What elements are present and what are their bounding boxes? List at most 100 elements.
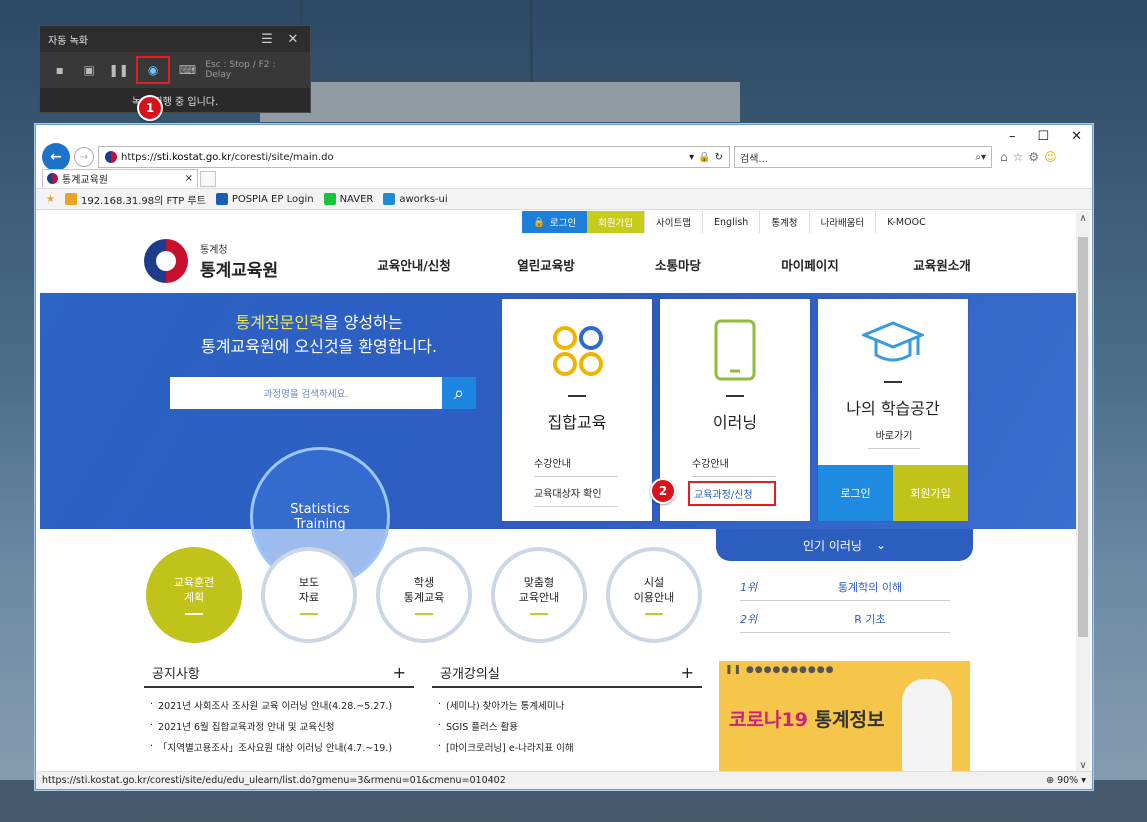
dropdown-icon[interactable]: ▾ — [689, 152, 694, 163]
card-login-button[interactable]: 로그인 — [818, 465, 893, 521]
covid-banner[interactable]: ❚❚ ●●●●●●●●●● 코로나19 통계정보 — [719, 661, 970, 773]
plus-icon[interactable]: + — [393, 663, 406, 682]
notice-item[interactable]: 2021년 6월 집합교육과정 안내 및 교육신청 — [144, 715, 414, 736]
scroll-up-icon[interactable]: ∧ — [1076, 213, 1090, 224]
hero-title: 통계전문인력을 양성하는 통계교육원에 오신것을 환영합니다. — [174, 311, 464, 359]
notice-item[interactable]: 「지역별고용조사」조사요원 대상 이러닝 안내(4.7.~19.) — [144, 736, 414, 757]
popular-rank-2[interactable]: 2위 R 기초 — [740, 611, 950, 633]
quick-link-press[interactable]: 보도 자료 — [261, 547, 357, 643]
popular-rank-1[interactable]: 1위 통계학의 이해 — [740, 579, 950, 601]
quick-link-bar — [645, 613, 663, 615]
lock-icon: 🔒 — [533, 216, 545, 228]
search-box[interactable]: 검색... ⌕▾ — [734, 146, 992, 168]
close-window-icon[interactable]: ✕ — [1071, 129, 1082, 144]
slider-dots-icon[interactable]: ❚❚ ●●●●●●●●●● — [725, 665, 834, 675]
quick-link-training-plan[interactable]: 교육훈련 계획 — [146, 547, 242, 643]
refresh-icon[interactable]: ↻ — [715, 152, 723, 163]
elearning-guide-link[interactable]: 수강안내 — [692, 455, 776, 477]
favorites-bar: ★ 192.168.31.98의 FTP 루트 POSPIA EP Login … — [36, 188, 1092, 210]
step-badge-2: 2 — [650, 478, 676, 504]
url-field[interactable]: https://sti.kostat.go.kr/coresti/site/ma… — [98, 146, 730, 168]
tab-sti[interactable]: 통계교육원 × — [42, 169, 198, 187]
util-join-link[interactable]: 회원가입 — [587, 211, 645, 233]
quick-link-custom[interactable]: 맞춤형 교육안내 — [491, 547, 587, 643]
keyboard-icon[interactable]: ⌨ — [176, 58, 199, 82]
nav-about[interactable]: 교육원소개 — [876, 255, 1008, 274]
ie-page-icon — [64, 193, 77, 205]
site-logo[interactable]: 통계청 통계교육원 — [144, 239, 278, 283]
favorite-label: NAVER — [339, 193, 374, 205]
smiley-icon[interactable]: ☺ — [1044, 150, 1057, 164]
scroll-thumb[interactable] — [1078, 237, 1088, 637]
notice-title: 공지사항 — [152, 667, 200, 682]
favorite-naver[interactable]: NAVER — [323, 193, 374, 205]
pause-icon[interactable]: ❚❚ — [107, 58, 130, 82]
course-search-button[interactable]: ⌕ — [442, 377, 476, 409]
gear-icon[interactable]: ⚙ — [1028, 150, 1039, 164]
mouse-icon[interactable]: ◉ — [136, 56, 170, 84]
close-icon[interactable]: ✕ — [284, 32, 302, 47]
utility-menu: 🔒 로그인 회원가입 사이트맵 English 통계청 나라배움터 K-MOOC — [522, 211, 937, 233]
menu-icon[interactable]: ☰ — [258, 32, 276, 47]
favorite-pospia[interactable]: POSPIA EP Login — [215, 193, 314, 205]
nav-community[interactable]: 소통마당 — [612, 255, 744, 274]
favorites-star-icon[interactable]: ★ — [46, 194, 55, 205]
tab-favicon-icon — [47, 173, 58, 184]
lecture-board: 공개강의실 + (세미나) 찾아가는 통계세미나 SGIS 플러스 활용 [마이크… — [432, 663, 702, 757]
notice-item[interactable]: 2021년 사회조사 조사원 교육 이러닝 안내(4.28.~5.27.) — [144, 694, 414, 715]
browser-window: – ☐ ✕ ← → https://sti.kostat.go.kr/cores… — [35, 124, 1093, 790]
maximize-icon[interactable]: ☐ — [1037, 129, 1049, 144]
nav-open-room[interactable]: 열린교육방 — [480, 255, 612, 274]
lecture-item[interactable]: (세미나) 찾아가는 통계세미나 — [432, 694, 702, 715]
quick-link-facility[interactable]: 시설 이용안내 — [606, 547, 702, 643]
util-sitemap-link[interactable]: 사이트맵 — [644, 211, 703, 233]
util-english-link[interactable]: English — [702, 211, 760, 233]
classroom-eligibility-link[interactable]: 교육대상자 확인 — [534, 485, 618, 507]
plus-icon[interactable]: + — [681, 663, 694, 682]
quick-link-bar — [300, 613, 318, 615]
tablet-icon — [714, 319, 756, 381]
tab-close-icon[interactable]: × — [185, 173, 193, 184]
favorite-aworks[interactable]: aworks-ui — [383, 193, 448, 205]
lecture-item[interactable]: [마이크로러닝] e-나라지표 이해 — [432, 736, 702, 757]
main-nav: 교육안내/신청 열린교육방 소통마당 마이페이지 교육원소개 — [348, 255, 1008, 274]
tab-title: 통계교육원 — [62, 175, 108, 186]
mylearning-go-link[interactable]: 바로가기 — [868, 427, 920, 449]
popular-elearning-toggle[interactable]: 인기 이러닝 ⌄ — [716, 529, 973, 561]
search-icon[interactable]: ⌕▾ — [975, 152, 986, 163]
util-kmooc-link[interactable]: K-MOOC — [875, 211, 937, 233]
divider — [884, 381, 902, 383]
forward-button[interactable]: → — [74, 147, 94, 167]
quick-link-line1: 학생 — [413, 576, 435, 589]
lecture-item[interactable]: SGIS 플러스 활용 — [432, 715, 702, 736]
vertical-scrollbar[interactable]: ∧ ∨ — [1076, 211, 1090, 773]
util-narabaeum-link[interactable]: 나라배움터 — [808, 211, 876, 233]
util-kostat-link[interactable]: 통계청 — [759, 211, 809, 233]
elearning-course-link[interactable]: 교육과정/신청 — [688, 481, 776, 506]
globe-line2: Training — [294, 517, 346, 532]
url-host: sti.kostat.go.kr — [156, 151, 232, 163]
quick-link-student[interactable]: 학생 통계교육 — [376, 547, 472, 643]
quick-link-line2: 계획 — [183, 591, 205, 604]
save-icon[interactable]: ▪ — [48, 58, 71, 82]
zoom-control[interactable]: ⊕ 90% ▾ — [1046, 775, 1086, 786]
window-capture-icon[interactable]: ▣ — [77, 58, 100, 82]
site-favicon-icon — [105, 151, 117, 163]
home-icon[interactable]: ⌂ — [1000, 150, 1008, 164]
back-button[interactable]: ← — [42, 143, 70, 171]
status-bar: https://sti.kostat.go.kr/coresti/site/ed… — [36, 771, 1092, 789]
favorite-ftp[interactable]: 192.168.31.98의 FTP 루트 — [64, 192, 206, 207]
util-login-link[interactable]: 🔒 로그인 — [522, 211, 588, 233]
card-join-button[interactable]: 회원가입 — [893, 465, 968, 521]
scroll-down-icon[interactable]: ∨ — [1076, 760, 1090, 771]
new-tab-button[interactable] — [200, 171, 216, 187]
rank-title: R 기초 — [854, 613, 886, 626]
nav-mypage[interactable]: 마이페이지 — [744, 255, 876, 274]
quick-link-bar — [415, 613, 433, 615]
star-icon[interactable]: ☆ — [1013, 150, 1024, 164]
classroom-guide-link[interactable]: 수강안내 — [534, 455, 618, 477]
nav-education[interactable]: 교육안내/신청 — [348, 255, 480, 274]
course-search-input[interactable]: 과정명을 검색하세요. — [170, 377, 442, 409]
minimize-icon[interactable]: – — [1009, 129, 1016, 144]
logo-small: 통계청 — [200, 245, 228, 256]
